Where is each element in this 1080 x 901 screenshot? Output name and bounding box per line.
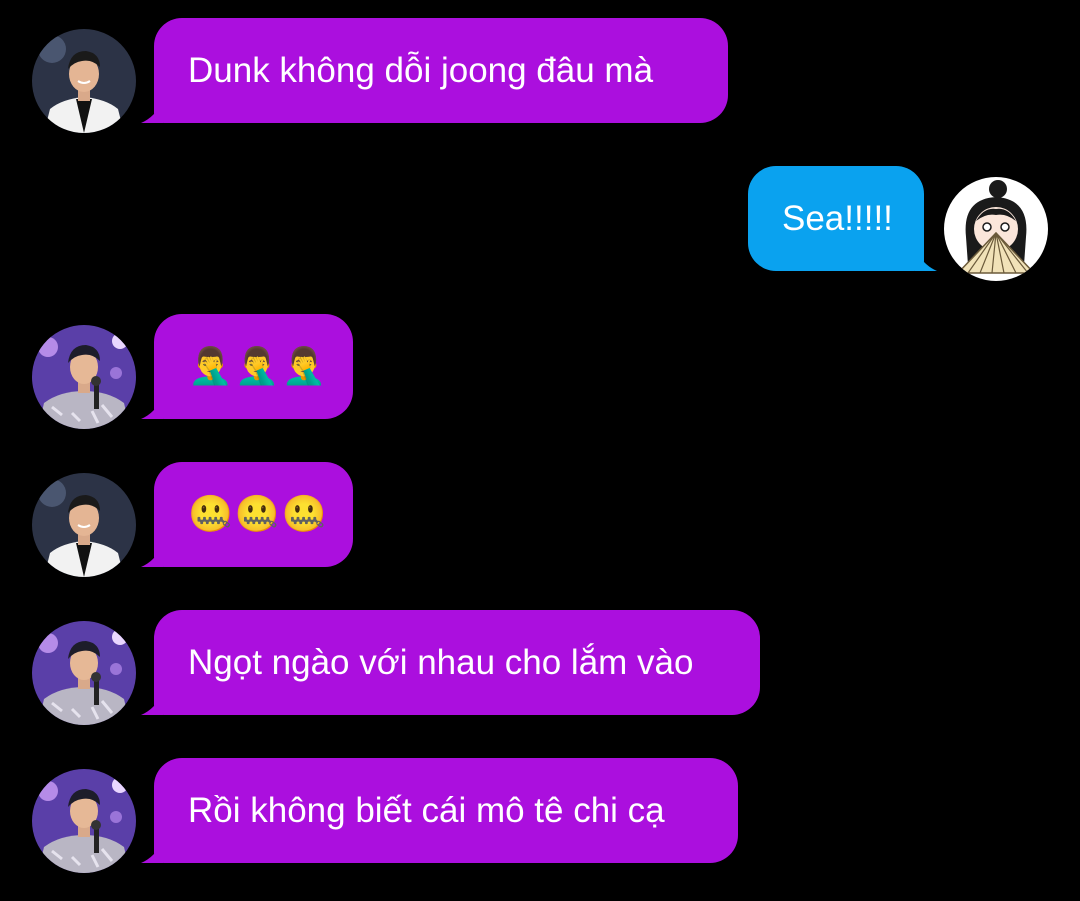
bubble-tail: [141, 693, 163, 715]
man-sequin-jacket-avatar[interactable]: [32, 621, 136, 725]
man-white-suit-avatar[interactable]: [32, 473, 136, 577]
bubble-tail: [141, 841, 163, 863]
message-bubble[interactable]: 🤦‍♂️🤦‍♂️🤦‍♂️: [141, 314, 353, 419]
message-bubble[interactable]: Dunk không dỗi joong đâu mà: [141, 18, 728, 123]
message-text: Sea!!!!!: [782, 199, 893, 238]
message-text: 🤦‍♂️🤦‍♂️🤦‍♂️: [188, 346, 329, 387]
girl-with-fan-avatar[interactable]: [944, 177, 1048, 281]
bubble-tail: [141, 545, 163, 567]
message-text: Ngọt ngào với nhau cho lắm vào: [188, 643, 694, 682]
man-sequin-jacket-avatar[interactable]: [32, 325, 136, 429]
message-text: 🤐🤐🤐: [188, 494, 329, 535]
bubble-tail: [141, 101, 163, 123]
message-bubble[interactable]: Ngọt ngào với nhau cho lắm vào: [141, 610, 760, 715]
man-white-suit-avatar[interactable]: [32, 29, 136, 133]
message-text: Rồi không biết cái mô tê chi cạ: [188, 791, 665, 830]
man-sequin-jacket-avatar[interactable]: [32, 769, 136, 873]
bubble-tail: [141, 397, 163, 419]
bubble-tail: [915, 249, 937, 271]
chat-thread: Dunk không dỗi joong đâu mà Sea!!!!!: [0, 0, 1080, 901]
message-text: Dunk không dỗi joong đâu mà: [188, 51, 654, 90]
message-bubble[interactable]: Rồi không biết cái mô tê chi cạ: [141, 758, 738, 863]
message-bubble[interactable]: Sea!!!!!: [748, 166, 937, 271]
message-bubble[interactable]: 🤐🤐🤐: [141, 462, 353, 567]
